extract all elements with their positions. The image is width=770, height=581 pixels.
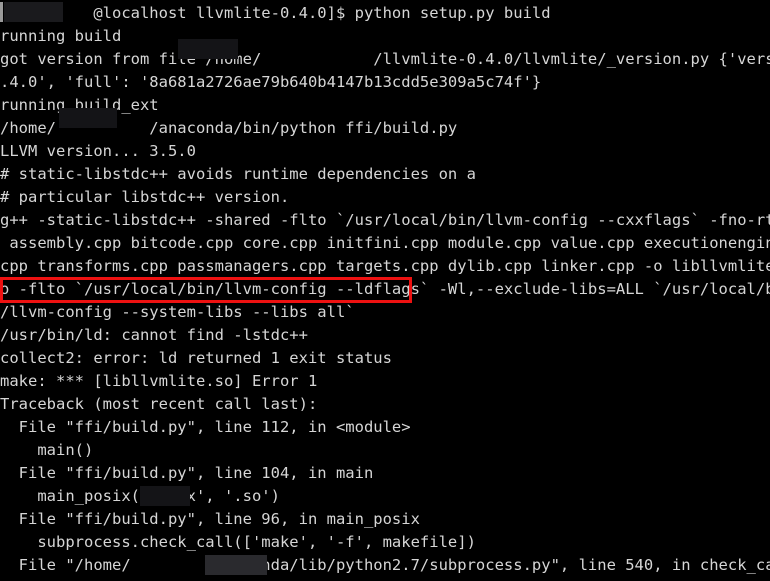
redaction-block-username [4,2,63,22]
terminal-line: cpp transforms.cpp passmanagers.cpp targ… [0,257,770,275]
terminal-line: @localhost llvmlite-0.4.0]$ python setup… [0,4,551,22]
terminal-cursor [0,2,3,22]
terminal-line-highlighted: /usr/bin/ld: cannot find -lstdc++ [0,326,308,344]
terminal-output[interactable]: @localhost llvmlite-0.4.0]$ python setup… [0,0,770,581]
terminal-line: File "ffi/build.py", line 104, in main [0,464,374,482]
terminal-line: g++ -static-libstdc++ -shared -flto `/us… [0,211,770,229]
terminal-line: main_posix('linux', '.so') [37,487,280,505]
redaction-block-username [140,486,190,506]
terminal-line: raise CalledProcessError(retcode, cmd) [0,577,770,581]
terminal-line: # static-libstdc++ avoids runtime depend… [0,165,476,183]
terminal-line: o -flto `/usr/local/bin/llvm-config --ld… [0,280,770,298]
redaction-block-username [178,39,238,59]
terminal-window[interactable]: @localhost llvmlite-0.4.0]$ python setup… [0,0,770,581]
terminal-line: .4.0', 'full': '8a681a2726ae79b640b4147b… [0,73,542,91]
terminal-line: LLVM version... 3.5.0 [0,142,196,160]
terminal-line: /llvm-config --system-libs --libs all` [0,303,355,321]
terminal-line: running build [0,27,122,45]
terminal-line: got version from file /home/ /llvmlite-0… [0,50,770,68]
terminal-line: File "ffi/build.py", line 96, in main_po… [0,510,420,528]
terminal-line: make: *** [libllvmlite.so] Error 1 [0,372,318,390]
terminal-line: subprocess.check_call(['make', '-f', mak… [0,533,476,551]
terminal-line: main() [0,441,94,459]
terminal-line: File "ffi/build.py", line 112, in <modul… [0,418,411,436]
redaction-block-username [59,108,117,128]
terminal-line: File "/home/ /anaconda/lib/python2.7/sub… [0,556,770,574]
terminal-line: Traceback (most recent call last): [0,395,318,413]
redaction-block-username [205,555,267,575]
terminal-line: collect2: error: ld returned 1 exit stat… [0,349,392,367]
terminal-line: # particular libstdc++ version. [0,188,290,206]
terminal-line: assembly.cpp bitcode.cpp core.cpp initfi… [0,234,770,252]
